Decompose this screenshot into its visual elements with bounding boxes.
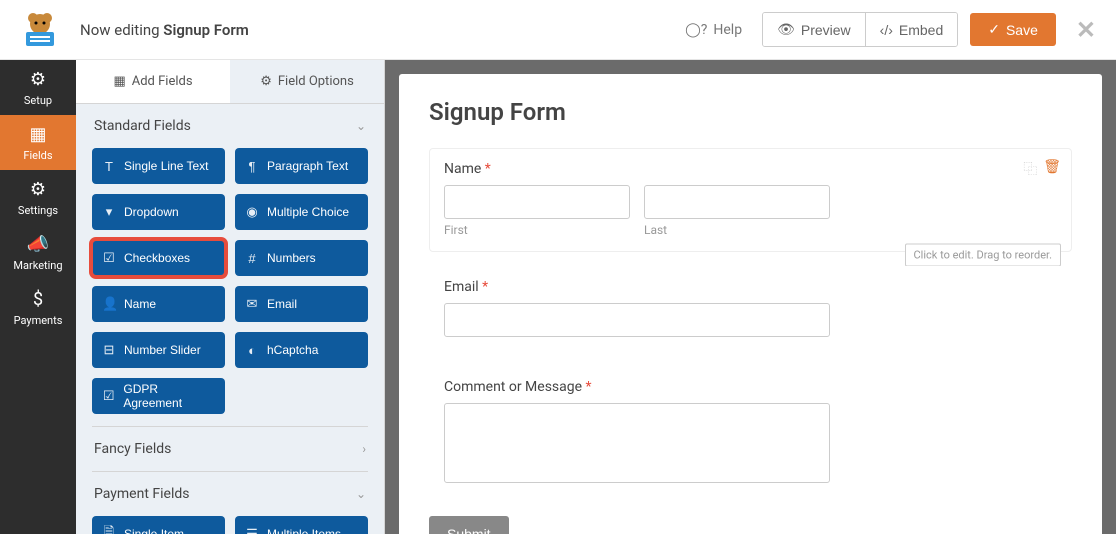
preview-area: Signup Form ⿻ 🗑 Name * First Last: [385, 60, 1116, 534]
copy-icon[interactable]: ⿻: [1023, 159, 1037, 179]
help-icon: ◯?: [685, 22, 707, 38]
field-icon: 🗎: [102, 523, 116, 534]
preview-embed-group: 👁 Preview ‹/› Embed: [762, 12, 958, 47]
field-label: Multiple Choice: [267, 205, 349, 219]
field-btn-multiple-items[interactable]: ☰ Multiple Items: [235, 516, 368, 534]
field-btn-hcaptcha[interactable]: ◐ hCaptcha: [235, 332, 368, 368]
field-btn-dropdown[interactable]: ▾ Dropdown: [92, 194, 225, 230]
field-btn-name[interactable]: 👤 Name: [92, 286, 225, 322]
code-icon: ‹/›: [880, 22, 893, 38]
last-name-input[interactable]: [644, 185, 830, 219]
hover-tooltip: Click to edit. Drag to reorder.: [905, 244, 1061, 267]
field-btn-single-item[interactable]: 🗎 Single Item: [92, 516, 225, 534]
field-btn-multiple-choice[interactable]: ◉ Multiple Choice: [235, 194, 368, 230]
chevron-down-icon: ⌄: [356, 487, 366, 501]
close-button[interactable]: ✕: [1076, 16, 1096, 44]
field-label: hCaptcha: [267, 343, 318, 357]
fields-panel: ▦ Add Fields ⚙ Field Options Standard Fi…: [76, 60, 385, 534]
tab-field-options[interactable]: ⚙ Field Options: [230, 60, 384, 103]
section-payment-fields[interactable]: Payment Fields ⌄: [76, 472, 384, 516]
list-icon: ▦: [29, 124, 46, 145]
chevron-right-icon: ›: [362, 442, 366, 456]
field-btn-gdpr-agreement[interactable]: ☑ GDPR Agreement: [92, 378, 225, 414]
field-icon: #: [245, 251, 259, 266]
field-btn-numbers[interactable]: # Numbers: [235, 240, 368, 276]
sliders-icon: ⚙: [260, 74, 272, 89]
preview-button[interactable]: 👁 Preview: [763, 13, 865, 46]
field-btn-paragraph-text[interactable]: ¶ Paragraph Text: [235, 148, 368, 184]
field-label: Checkboxes: [124, 251, 190, 265]
field-icon: T: [102, 159, 116, 174]
field-icon: ⊟: [102, 342, 116, 358]
field-btn-email[interactable]: ✉ Email: [235, 286, 368, 322]
field-comment[interactable]: Comment or Message *: [429, 366, 1072, 502]
dollar-icon: $: [33, 289, 43, 310]
form-card: Signup Form ⿻ 🗑 Name * First Last: [399, 74, 1102, 534]
email-input[interactable]: [444, 303, 830, 337]
gear-icon: ⚙: [30, 69, 46, 90]
field-btn-number-slider[interactable]: ⊟ Number Slider: [92, 332, 225, 368]
tab-add-fields[interactable]: ▦ Add Fields: [76, 60, 230, 103]
field-label: Single Item: [124, 527, 184, 534]
logo: [20, 10, 60, 50]
field-name[interactable]: ⿻ 🗑 Name * First Last Click to edit. Dra…: [429, 148, 1072, 252]
sliders-icon: ⚙: [30, 179, 46, 200]
form-title: Signup Form: [429, 98, 1072, 126]
first-name-input[interactable]: [444, 185, 630, 219]
field-email[interactable]: Email *: [429, 266, 1072, 352]
field-label: Email: [267, 297, 297, 311]
field-icon: 👤: [102, 296, 116, 312]
field-icon: ▾: [102, 204, 116, 220]
field-label: Numbers: [267, 251, 316, 265]
eye-icon: 👁: [777, 21, 795, 38]
field-label: GDPR Agreement: [123, 382, 215, 410]
field-label: Single Line Text: [124, 159, 209, 173]
field-icon: ◐: [245, 343, 259, 358]
section-standard-fields[interactable]: Standard Fields ⌄: [76, 104, 384, 148]
nav-marketing[interactable]: 📣 Marketing: [0, 225, 76, 280]
first-sublabel: First: [444, 223, 630, 237]
chevron-down-icon: ⌄: [356, 119, 366, 133]
field-icon: ☑: [102, 250, 116, 266]
section-fancy-fields[interactable]: Fancy Fields ›: [76, 427, 384, 471]
nav-settings[interactable]: ⚙ Settings: [0, 170, 76, 225]
submit-button[interactable]: Submit: [429, 516, 509, 534]
side-nav: ⚙ Setup ▦ Fields ⚙ Settings 📣 Marketing …: [0, 60, 76, 534]
field-label: Dropdown: [124, 205, 179, 219]
field-label: Name: [124, 297, 156, 311]
field-label: Paragraph Text: [267, 159, 348, 173]
field-icon: ◉: [245, 204, 259, 220]
embed-button[interactable]: ‹/› Embed: [865, 13, 958, 46]
editing-title: Now editing Signup Form: [80, 21, 249, 39]
top-bar: Now editing Signup Form ◯? Help 👁 Previe…: [0, 0, 1116, 60]
save-button[interactable]: ✓ Save: [970, 13, 1056, 46]
field-icon: ✉: [245, 296, 259, 312]
help-link[interactable]: ◯? Help: [685, 22, 742, 38]
field-btn-checkboxes[interactable]: ☑ Checkboxes: [92, 240, 225, 276]
field-btn-single-line-text[interactable]: T Single Line Text: [92, 148, 225, 184]
trash-icon[interactable]: 🗑: [1043, 159, 1061, 179]
check-icon: ✓: [988, 21, 1000, 38]
comment-textarea[interactable]: [444, 403, 830, 483]
field-icon: ☰: [245, 526, 259, 534]
nav-payments[interactable]: $ Payments: [0, 280, 76, 335]
field-icon: ☑: [102, 388, 115, 404]
grid-icon: ▦: [113, 74, 125, 89]
last-sublabel: Last: [644, 223, 830, 237]
field-icon: ¶: [245, 159, 259, 174]
nav-fields[interactable]: ▦ Fields: [0, 115, 76, 170]
field-label: Number Slider: [124, 343, 201, 357]
bullhorn-icon: 📣: [27, 234, 49, 255]
field-label: Multiple Items: [267, 527, 341, 534]
nav-setup[interactable]: ⚙ Setup: [0, 60, 76, 115]
